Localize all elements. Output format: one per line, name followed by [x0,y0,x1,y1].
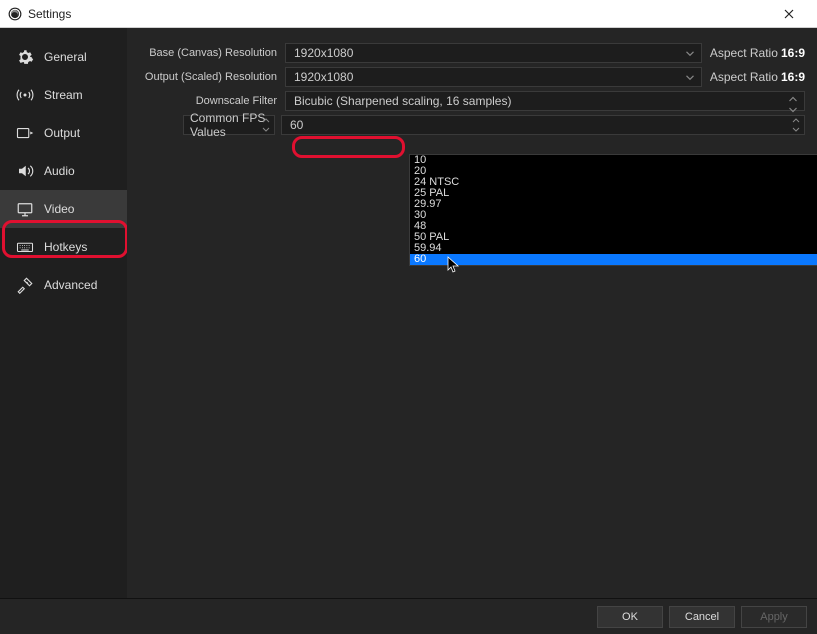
sidebar-item-label: Output [44,126,80,140]
sidebar-item-general[interactable]: General [0,38,127,76]
base-resolution-select[interactable]: 1920x1080 [285,43,702,63]
sidebar-item-video[interactable]: Video [0,190,127,228]
chevron-down-icon [683,70,697,84]
titlebar: Settings [0,0,817,28]
ok-button[interactable]: OK [597,606,663,628]
sidebar-item-output[interactable]: Output [0,114,127,152]
sidebar-item-label: Advanced [44,278,97,292]
dialog-footer: OK Cancel Apply [0,598,817,634]
broadcast-icon [14,86,36,104]
main-panel: Base (Canvas) Resolution 1920x1080 Aspec… [127,28,817,598]
tools-icon [14,276,36,294]
keyboard-icon [14,238,36,256]
annotation-highlight-fps [292,136,405,158]
sidebar-item-stream[interactable]: Stream [0,76,127,114]
sidebar-item-audio[interactable]: Audio [0,152,127,190]
base-resolution-value: 1920x1080 [294,46,353,60]
sidebar-item-hotkeys[interactable]: Hotkeys [0,228,127,266]
fps-option[interactable]: 10 [410,155,817,166]
fps-option[interactable]: 59.94 [410,243,817,254]
fps-option[interactable]: 48 [410,221,817,232]
sidebar-item-label: Stream [44,88,83,102]
window-title: Settings [28,7,71,21]
base-aspect-ratio: Aspect Ratio 16:9 [710,46,805,60]
fps-option[interactable]: 24 NTSC [410,177,817,188]
downscale-filter-select[interactable]: Bicubic (Sharpened scaling, 16 samples) [285,91,805,111]
sidebar: General Stream Output Audio Video Hotkey… [0,28,127,598]
apply-button[interactable]: Apply [741,606,807,628]
sidebar-item-label: General [44,50,87,64]
sidebar-item-label: Audio [44,164,75,178]
spinner-icon [260,116,272,134]
fps-type-value: Common FPS Values [190,111,268,139]
gear-icon [14,48,36,66]
sidebar-item-advanced[interactable]: Advanced [0,266,127,304]
spinner-icon [786,94,800,108]
obs-logo-icon [8,7,22,21]
fps-type-select[interactable]: Common FPS Values [183,115,275,135]
spinner-icon [790,116,802,134]
fps-option[interactable]: 20 [410,166,817,177]
fps-option[interactable]: 60 [410,254,817,265]
downscale-filter-label: Downscale Filter [139,95,285,107]
close-button[interactable] [769,1,809,27]
fps-option[interactable]: 50 PAL [410,232,817,243]
fps-option[interactable]: 25 PAL [410,188,817,199]
chevron-down-icon [683,46,697,60]
cancel-button[interactable]: Cancel [669,606,735,628]
close-icon [784,9,794,19]
sidebar-item-label: Video [44,202,74,216]
fps-value-select[interactable]: 60 [281,115,805,135]
sidebar-item-label: Hotkeys [44,240,87,254]
output-aspect-ratio: Aspect Ratio 16:9 [710,70,805,84]
output-resolution-label: Output (Scaled) Resolution [139,71,285,83]
monitor-icon [14,200,36,218]
fps-dropdown-list: 10 20 24 NTSC 25 PAL 29.97 30 48 50 PAL … [409,154,817,266]
base-resolution-label: Base (Canvas) Resolution [139,47,285,59]
downscale-filter-value: Bicubic (Sharpened scaling, 16 samples) [294,94,511,108]
fps-option[interactable]: 29.97 [410,199,817,210]
output-resolution-value: 1920x1080 [294,70,353,84]
settings-window: Settings General Stream Output Audio [0,0,817,634]
fps-value: 60 [290,118,303,132]
output-icon [14,124,36,142]
audio-icon [14,162,36,180]
output-resolution-select[interactable]: 1920x1080 [285,67,702,87]
fps-option[interactable]: 30 [410,210,817,221]
